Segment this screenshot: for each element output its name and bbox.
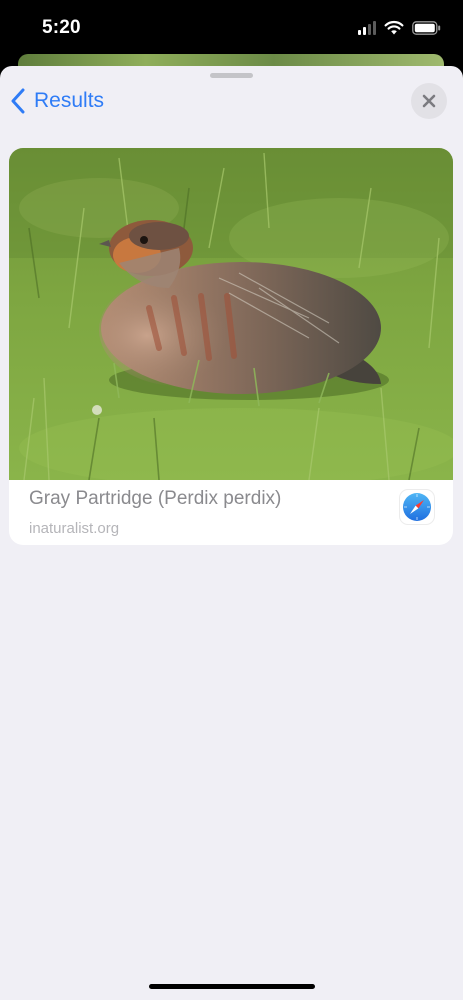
- result-source: inaturalist.org: [29, 520, 120, 537]
- status-icons: [358, 20, 441, 35]
- result-card[interactable]: Gray Partridge (Perdix perdix) inaturali…: [9, 148, 453, 545]
- xmark-icon: [422, 94, 436, 108]
- status-time: 5:20: [42, 17, 81, 38]
- battery-icon: [412, 20, 441, 35]
- back-label: Results: [34, 89, 105, 112]
- wifi-icon: [384, 20, 404, 35]
- home-indicator[interactable]: [149, 984, 315, 989]
- chevron-left-icon: [11, 88, 25, 114]
- back-button[interactable]: Results: [10, 86, 104, 116]
- sheet-grabber[interactable]: [210, 73, 253, 78]
- result-photo: [9, 148, 453, 480]
- close-button[interactable]: [411, 83, 447, 119]
- results-sheet: Results Gray Partridge (Perdix perdix) i…: [0, 66, 463, 1000]
- safari-compass-graphic: [403, 493, 431, 521]
- result-title: Gray Partridge (Perdix perdix): [29, 488, 282, 509]
- safari-compass-icon[interactable]: [400, 490, 434, 524]
- status-bar: 5:20: [0, 0, 463, 56]
- cellular-signal-icon: [358, 20, 376, 35]
